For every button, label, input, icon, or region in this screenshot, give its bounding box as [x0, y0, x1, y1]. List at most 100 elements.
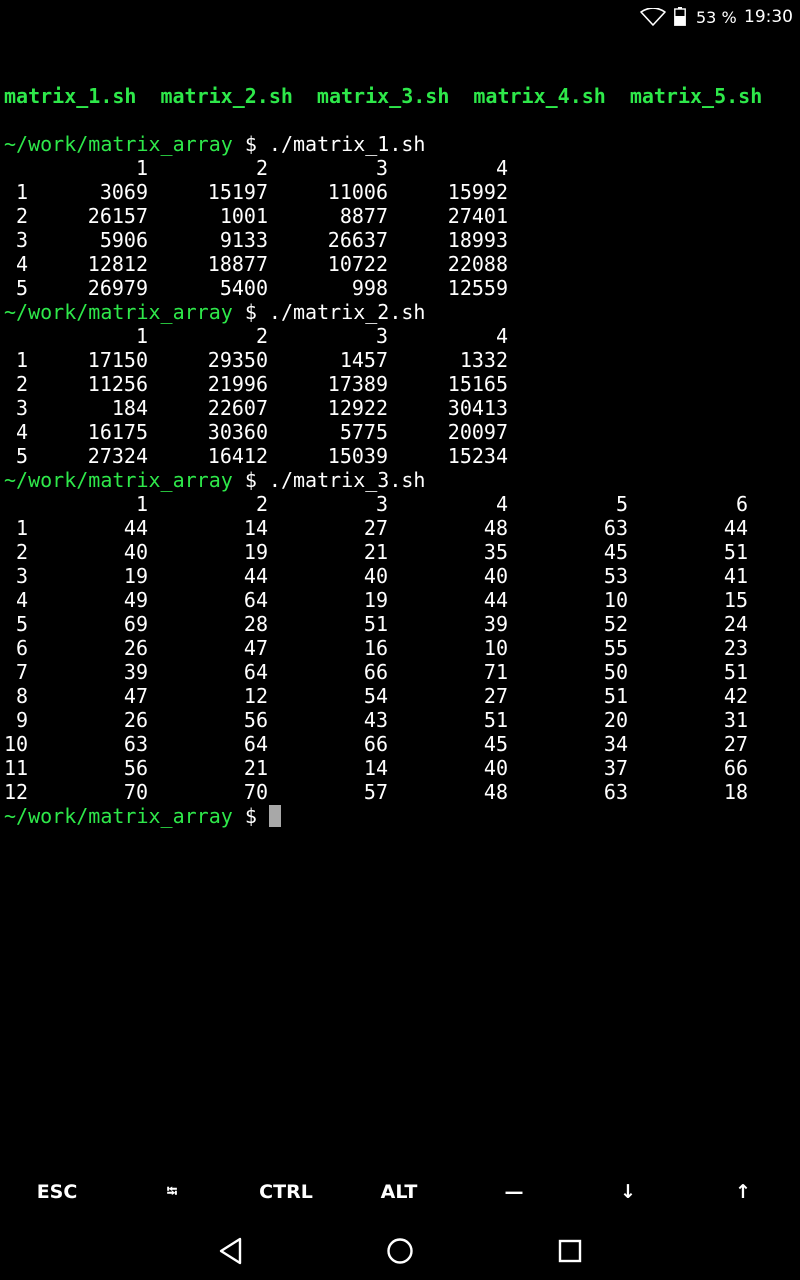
matrix-cell: 15039 [327, 444, 388, 468]
matrix-cell: 51 [483, 708, 508, 732]
row-label: 12 [4, 780, 29, 804]
matrix-cell: 11006 [327, 180, 388, 204]
column-header: 1 [135, 156, 148, 180]
prompt-command: $ [232, 804, 269, 828]
arrow-down-key[interactable]: ↓ [578, 1170, 678, 1214]
recents-icon[interactable] [553, 1234, 587, 1268]
column-header: 5 [615, 492, 628, 516]
matrix-cell: 998 [351, 276, 388, 300]
matrix-cell: 10722 [327, 252, 388, 276]
matrix-cell: 71 [483, 660, 508, 684]
matrix-cell: 41 [723, 564, 748, 588]
matrix-cell: 18 [723, 780, 748, 804]
column-header: 3 [375, 492, 388, 516]
text-cursor[interactable] [268, 805, 281, 827]
back-icon[interactable] [214, 1234, 248, 1268]
matrix-cell: 19 [123, 564, 148, 588]
matrix-cell: 53 [603, 564, 628, 588]
matrix-cell: 26637 [327, 228, 388, 252]
column-header: 4 [495, 492, 508, 516]
matrix-cell: 5906 [99, 228, 148, 252]
matrix-row: 4 12812 18877 10722 22088 [4, 252, 796, 276]
ctrl-key[interactable]: CTRL [236, 1170, 336, 1214]
tab-key[interactable]: ⭾ [122, 1170, 222, 1214]
matrix-cell: 40 [363, 564, 388, 588]
matrix-cell: 27 [723, 732, 748, 756]
row-label: 6 [16, 636, 29, 660]
prompt-path: ~/work/matrix_array [4, 300, 233, 324]
matrix-cell: 184 [111, 396, 148, 420]
matrix-row: 5 69 28 51 39 52 24 [4, 612, 796, 636]
matrix-cell: 39 [483, 612, 508, 636]
matrix-cell: 47 [243, 636, 268, 660]
matrix-row: 1 44 14 27 48 63 44 [4, 516, 796, 540]
matrix-cell: 40 [483, 756, 508, 780]
extra-keys-bar: ESC ⭾ CTRL ALT — ↓ ↑ [0, 1170, 800, 1214]
esc-key[interactable]: ESC [7, 1170, 107, 1214]
prompt-line: ~/work/matrix_array $ ./matrix_1.sh [4, 132, 796, 156]
matrix-cell: 48 [483, 780, 508, 804]
matrix-cell: 26157 [87, 204, 148, 228]
matrix-cell: 55 [603, 636, 628, 660]
matrix-cell: 37 [603, 756, 628, 780]
column-header: 4 [495, 324, 508, 348]
column-header: 4 [495, 156, 508, 180]
prompt-path: ~/work/matrix_array [4, 804, 233, 828]
matrix-row: 2 11256 21996 17389 15165 [4, 372, 796, 396]
row-label: 3 [16, 396, 29, 420]
matrix-cell: 70 [243, 780, 268, 804]
matrix-cell: 56 [243, 708, 268, 732]
matrix-cell: 21996 [207, 372, 268, 396]
battery-percent: 53 % [696, 8, 737, 27]
matrix-cell: 17389 [327, 372, 388, 396]
matrix-cell: 63 [603, 516, 628, 540]
matrix-cell: 44 [243, 564, 268, 588]
column-header: 6 [735, 492, 748, 516]
matrix-cell: 1332 [459, 348, 508, 372]
matrix-cell: 27324 [87, 444, 148, 468]
row-label: 4 [16, 252, 29, 276]
matrix-row: 2 40 19 21 35 45 51 [4, 540, 796, 564]
matrix-cell: 63 [123, 732, 148, 756]
matrix-header-row: 1 2 3 4 5 6 [4, 492, 796, 516]
alt-key[interactable]: ALT [349, 1170, 449, 1214]
matrix-row: 4 16175 30360 5775 20097 [4, 420, 796, 444]
matrix-cell: 26 [123, 636, 148, 660]
dash-key[interactable]: — [464, 1170, 564, 1214]
matrix-cell: 51 [363, 612, 388, 636]
matrix-row: 7 39 64 66 71 50 51 [4, 660, 796, 684]
column-header: 1 [135, 492, 148, 516]
matrix-cell: 12922 [327, 396, 388, 420]
file-name: matrix_3.sh [316, 84, 450, 108]
column-header: 1 [135, 324, 148, 348]
row-label: 1 [16, 348, 29, 372]
matrix-cell: 15992 [447, 180, 508, 204]
home-icon[interactable] [383, 1234, 417, 1268]
matrix-cell: 22607 [207, 396, 268, 420]
row-label: 5 [16, 612, 29, 636]
matrix-cell: 43 [363, 708, 388, 732]
matrix-row: 1 17150 29350 1457 1332 [4, 348, 796, 372]
matrix-row: 11 56 21 14 40 37 66 [4, 756, 796, 780]
matrix-cell: 1457 [339, 348, 388, 372]
prompt-line: ~/work/matrix_array $ [4, 804, 796, 828]
matrix-cell: 47 [123, 684, 148, 708]
matrix-cell: 22088 [447, 252, 508, 276]
matrix-row: 4 49 64 19 44 10 15 [4, 588, 796, 612]
file-name: matrix_5.sh [629, 84, 763, 108]
clock: 19:30 [744, 7, 793, 27]
matrix-cell: 15234 [447, 444, 508, 468]
arrow-up-key[interactable]: ↑ [693, 1170, 793, 1214]
terminal-output[interactable]: matrix_1.sh matrix_2.sh matrix_3.sh matrix_… [4, 36, 796, 828]
matrix-row: 2 26157 1001 8877 27401 [4, 204, 796, 228]
matrix-cell: 12 [243, 684, 268, 708]
matrix-row: 6 26 47 16 10 55 23 [4, 636, 796, 660]
matrix-cell: 52 [603, 612, 628, 636]
matrix-row: 3 5906 9133 26637 18993 [4, 228, 796, 252]
matrix-row: 12 70 70 57 48 63 18 [4, 780, 796, 804]
matrix-cell: 44 [123, 516, 148, 540]
file-name: matrix_4.sh [473, 84, 606, 108]
matrix-row: 3 184 22607 12922 30413 [4, 396, 796, 420]
matrix-cell: 30360 [207, 420, 268, 444]
matrix-cell: 70 [123, 780, 148, 804]
